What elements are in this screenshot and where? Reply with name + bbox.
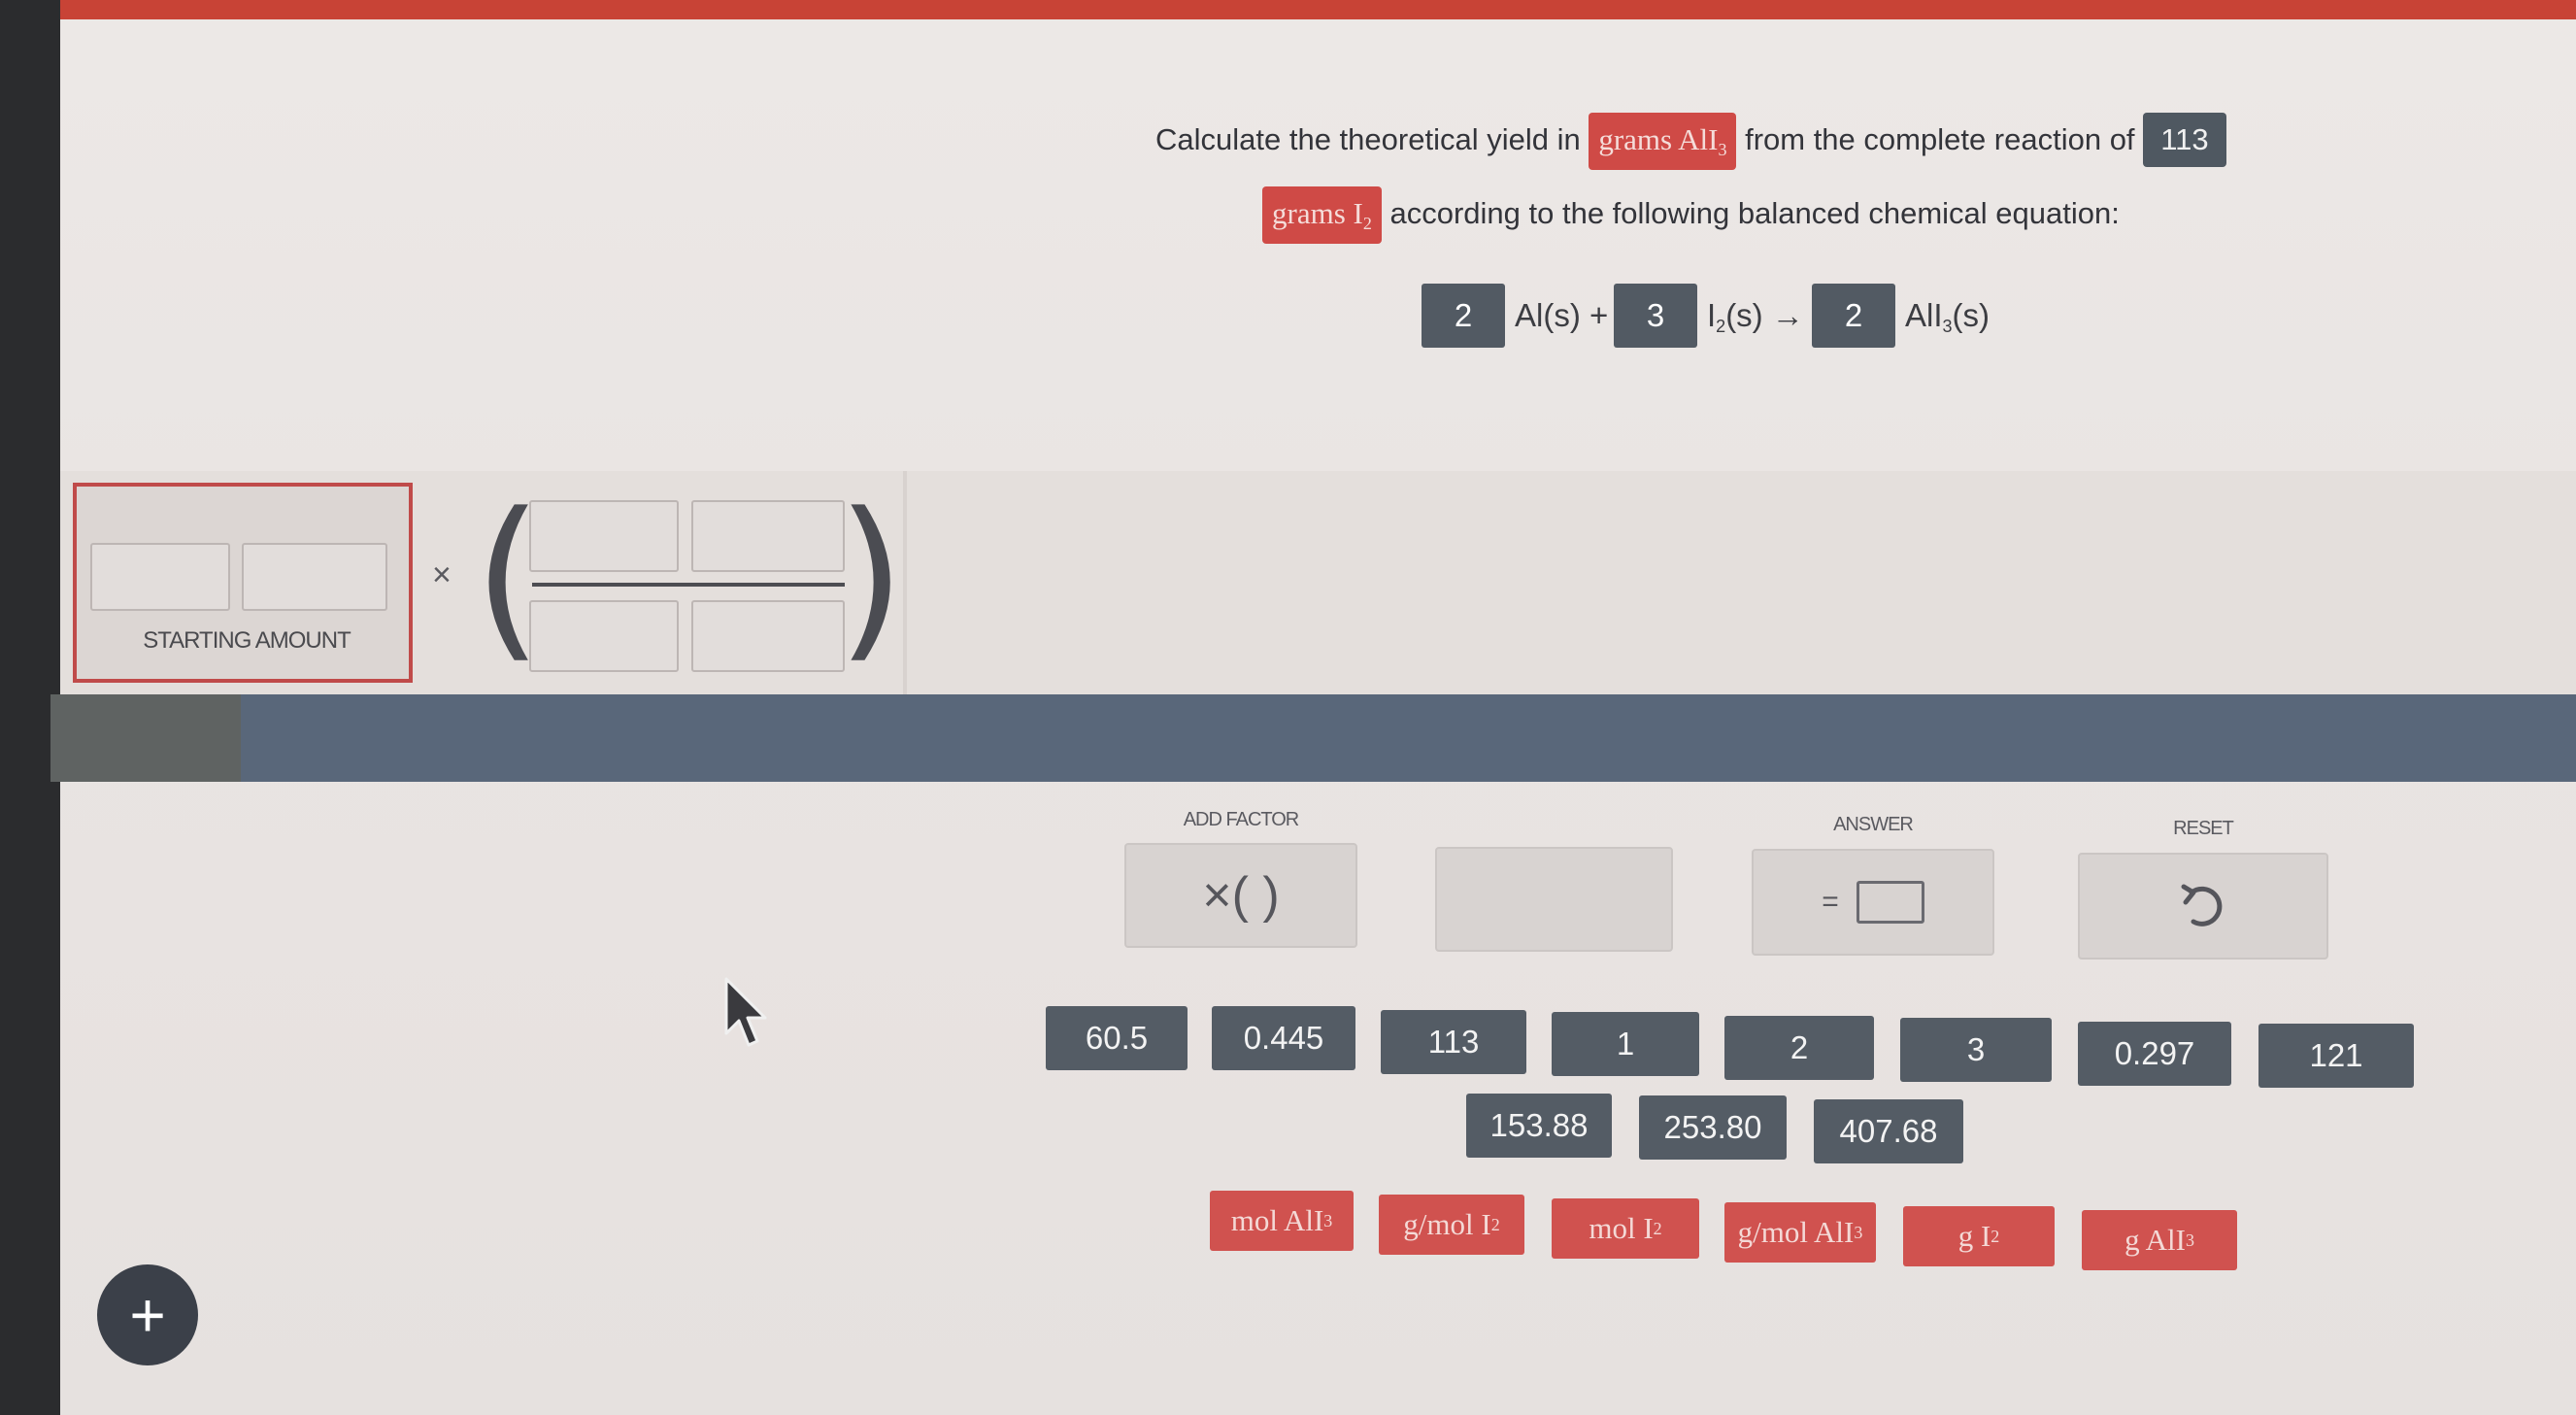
number-button[interactable]: 121 <box>2258 1024 2414 1088</box>
add-factor-button[interactable]: ×( ) <box>1124 843 1357 948</box>
start-unit-chip: grams I2 <box>1262 186 1382 244</box>
divider-band-left <box>50 694 241 782</box>
unit-subscript: 3 <box>2185 1230 2194 1250</box>
answer-label: ANSWER <box>1833 814 1914 835</box>
factor-numerator-unit-slot[interactable] <box>691 500 845 572</box>
unit-button-g-per-mol-ali3[interactable]: g/mol AlI 3 <box>1724 1202 1876 1263</box>
starting-amount-box[interactable]: STARTING AMOUNT <box>73 483 413 683</box>
species-ali3-subscript: 3 <box>1942 317 1953 336</box>
factor-numerator-value-slot[interactable] <box>529 500 679 572</box>
unit-text: g I <box>1957 1219 1991 1253</box>
answer-box-icon <box>1856 881 1924 924</box>
unit-text: g AlI <box>2124 1223 2186 1257</box>
species-ali3: AlI3(s) <box>1905 297 1990 337</box>
unit-button-g-per-mol-i2[interactable]: g/mol I2 <box>1379 1195 1524 1255</box>
unit-text: mol I <box>1589 1211 1654 1245</box>
factor-denominator-value-slot[interactable] <box>529 600 679 672</box>
species-ali3-symbol: AlI <box>1905 297 1943 333</box>
unit-subscript: 2 <box>1991 1226 2000 1246</box>
target-unit-chip: grams AlI3 <box>1589 113 1737 170</box>
question-text-3: according to the following balanced chem… <box>1389 196 2120 230</box>
number-button[interactable]: 153.88 <box>1466 1094 1612 1158</box>
number-button[interactable]: 407.68 <box>1814 1099 1963 1163</box>
question-line-1: Calculate the theoretical yield in grams… <box>1155 113 2226 170</box>
question-text-2: from the complete reaction of <box>1745 122 2135 156</box>
unit-subscript: 3 <box>1854 1222 1863 1242</box>
given-amount-chip: 113 <box>2143 113 2226 167</box>
equals-sign: = <box>1822 886 1839 918</box>
unit-button-mol-i2[interactable]: mol I2 <box>1552 1198 1699 1259</box>
unit-subscript: 2 <box>1490 1214 1500 1234</box>
coefficient-i2: 3 <box>1614 284 1697 348</box>
species-ali3-state: (s) <box>1952 297 1991 333</box>
question-text-1: Calculate the theoretical yield in <box>1155 122 1581 156</box>
species-al: Al(s) + <box>1515 297 1609 333</box>
add-button[interactable]: + <box>97 1264 198 1365</box>
start-unit-text: grams I <box>1272 196 1363 230</box>
starting-amount-value-slot[interactable] <box>90 543 230 611</box>
mouse-cursor-icon <box>724 977 767 1047</box>
number-button[interactable]: 0.445 <box>1212 1006 1355 1070</box>
species-i2-state: (s) → <box>1725 297 1804 333</box>
starting-amount-unit-slot[interactable] <box>242 543 387 611</box>
unit-subscript: 3 <box>1323 1210 1333 1230</box>
unit-subscript: 2 <box>1653 1218 1662 1238</box>
number-button[interactable]: 3 <box>1900 1018 2052 1082</box>
reset-button[interactable] <box>2078 853 2328 960</box>
coefficient-al: 2 <box>1422 284 1505 348</box>
question-line-2: grams I2 according to the following bala… <box>1262 186 2120 244</box>
start-unit-subscript: 2 <box>1362 214 1372 233</box>
species-i2: I2(s) → <box>1707 297 1804 337</box>
species-i2-subscript: 2 <box>1716 317 1726 336</box>
number-button[interactable]: 1 <box>1552 1012 1699 1076</box>
number-button[interactable]: 0.297 <box>2078 1022 2231 1086</box>
target-unit-text: grams AlI <box>1598 122 1719 156</box>
starting-amount-label: STARTING AMOUNT <box>143 627 351 654</box>
target-unit-subscript: 3 <box>1718 140 1727 159</box>
species-i2-symbol: I <box>1707 297 1717 333</box>
unit-text: mol AlI <box>1230 1203 1324 1237</box>
unit-button-g-ali3[interactable]: g AlI 3 <box>2082 1210 2237 1270</box>
add-factor-label: ADD FACTOR <box>1183 809 1300 830</box>
blank-control-button <box>1435 847 1673 952</box>
unit-text: g/mol I <box>1403 1207 1491 1241</box>
fraction-bar <box>532 583 845 587</box>
reset-label: RESET <box>2173 818 2234 839</box>
number-button[interactable]: 113 <box>1381 1010 1526 1074</box>
top-accent-bar <box>60 0 2576 19</box>
number-button[interactable]: 253.80 <box>1639 1095 1787 1160</box>
multiply-sign: × <box>432 556 452 593</box>
coefficient-ali3: 2 <box>1812 284 1895 348</box>
factor-denominator-unit-slot[interactable] <box>691 600 845 672</box>
work-area-divider <box>903 471 907 694</box>
unit-button-g-i2[interactable]: g I2 <box>1903 1206 2055 1266</box>
right-parenthesis: ) <box>837 476 906 679</box>
undo-arrow-icon <box>2181 884 2223 926</box>
number-button[interactable]: 60.5 <box>1046 1006 1188 1070</box>
answer-button[interactable]: = <box>1752 849 1994 956</box>
unit-button-mol-ali3[interactable]: mol AlI 3 <box>1210 1191 1354 1251</box>
number-button[interactable]: 2 <box>1724 1016 1874 1080</box>
unit-text: g/mol AlI <box>1737 1215 1855 1249</box>
divider-band <box>50 694 2576 782</box>
add-factor-icon: ×( ) <box>1202 867 1280 924</box>
